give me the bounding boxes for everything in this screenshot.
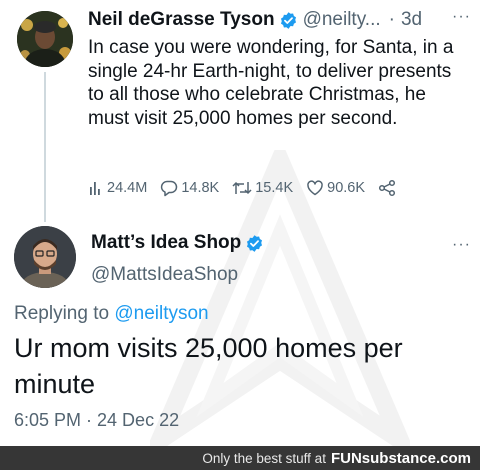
author-name[interactable]: Neil deGrasse Tyson bbox=[88, 9, 275, 31]
views-button[interactable]: 24.4M bbox=[88, 180, 147, 196]
avatar[interactable] bbox=[17, 11, 73, 67]
tweet-actions: 24.4M 14.8K 15.4K 90.6K bbox=[88, 179, 412, 197]
thread-connector-line bbox=[44, 72, 46, 222]
site-footer-banner: Only the best stuff at FUNsubstance.com bbox=[0, 446, 480, 470]
retweet-button[interactable]: 15.4K bbox=[232, 179, 293, 197]
replying-to-link[interactable]: @neiltyson bbox=[114, 303, 208, 324]
author-handle[interactable]: @neilty... bbox=[303, 9, 381, 31]
reply-author-name-row: Matt’s Idea Shop bbox=[91, 232, 264, 254]
reply-button[interactable]: 14.8K bbox=[160, 179, 219, 197]
share-icon bbox=[378, 179, 396, 197]
verified-badge-icon bbox=[280, 11, 296, 29]
retweet-count: 15.4K bbox=[255, 180, 294, 196]
footer-tagline: Only the best stuff at bbox=[202, 450, 326, 466]
footer-brand: FUNsubstance.com bbox=[330, 449, 471, 467]
tweet-text: In case you were wondering, for Santa, i… bbox=[88, 37, 454, 129]
retweet-icon bbox=[232, 181, 252, 195]
speech-bubble-icon bbox=[161, 180, 178, 197]
verified-badge-icon bbox=[247, 234, 263, 252]
tweet-header: Neil deGrasse Tyson @neilty... · 3d bbox=[88, 9, 422, 31]
like-count: 90.6K bbox=[327, 180, 366, 196]
author-handle[interactable]: @MattsIdeaShop bbox=[91, 264, 238, 286]
reply-text: Ur mom visits 25,000 homes per minute bbox=[14, 333, 403, 399]
more-options-icon[interactable]: ··· bbox=[452, 236, 471, 254]
reply-count: 14.8K bbox=[181, 180, 220, 196]
more-options-icon[interactable]: ··· bbox=[452, 8, 471, 26]
replying-to-label: Replying to bbox=[14, 303, 110, 324]
separator-dot: · bbox=[388, 9, 395, 30]
share-button[interactable] bbox=[378, 179, 399, 197]
avatar[interactable] bbox=[14, 226, 76, 288]
reply-timestamp[interactable]: 6:05 PM · 24 Dec 22 bbox=[14, 410, 179, 431]
views-count: 24.4M bbox=[107, 180, 148, 196]
tweet-time[interactable]: 3d bbox=[401, 9, 422, 31]
heart-icon bbox=[307, 180, 323, 196]
author-name[interactable]: Matt’s Idea Shop bbox=[91, 232, 241, 254]
like-button[interactable]: 90.6K bbox=[306, 179, 365, 197]
tweet-original[interactable]: Neil deGrasse Tyson @neilty... · 3d ··· … bbox=[0, 0, 480, 222]
bar-chart-icon bbox=[90, 182, 100, 195]
replying-to: Replying to @neiltyson bbox=[14, 303, 209, 325]
